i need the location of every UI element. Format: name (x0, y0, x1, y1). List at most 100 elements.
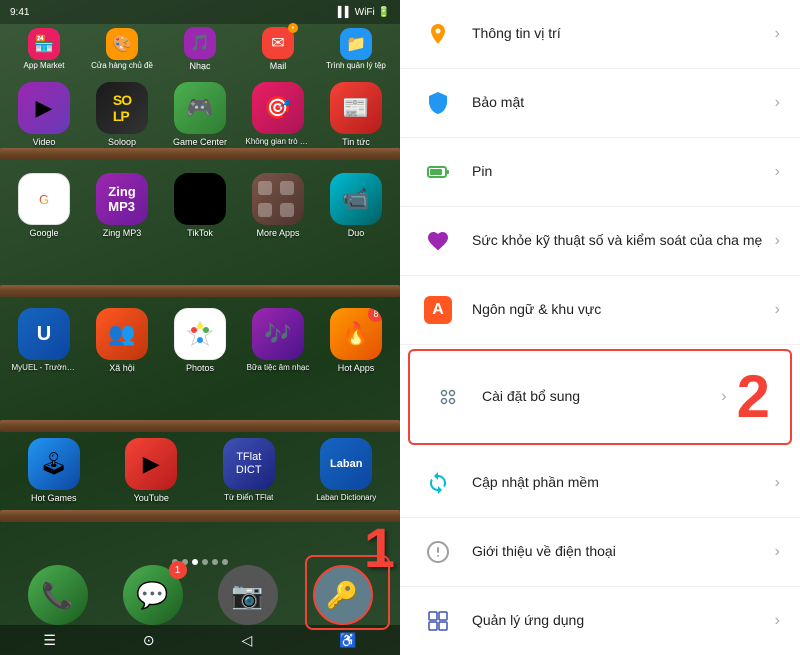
settings-item-language[interactable]: A Ngôn ngữ & khu vực › (400, 276, 800, 345)
app-tin-tuc[interactable]: 📰 Tin tức (324, 82, 389, 148)
app-khong-gian[interactable]: 🎯 Không gian trò chơi (246, 82, 311, 147)
cua-hang-icon: 🎨 (106, 28, 138, 60)
app-hot-games[interactable]: 🕹 Hot Games (21, 438, 86, 504)
health-label: Sức khỏe kỹ thuật số và kiểm soát của ch… (472, 231, 767, 251)
settings-item-about[interactable]: Giới thiệu về điện thoại › (400, 518, 800, 587)
zingmp3-icon: ZingMP3 (96, 173, 148, 225)
hot-games-icon: 🕹 (28, 438, 80, 490)
nav-app-market-label: App Market (24, 62, 65, 71)
nav-cua-hang[interactable]: 🎨 Cửa hàng chủ đề (90, 28, 155, 71)
settings-panel: Thông tin vị trí › Bảo mật › Pin › Sức k… (400, 0, 800, 655)
photos-label: Photos (186, 363, 214, 374)
app-laban[interactable]: Laban Laban Dictionary (314, 438, 379, 503)
app-duo[interactable]: 📹 Duo (324, 173, 389, 239)
language-arrow: › (775, 301, 780, 319)
settings-item-security[interactable]: Bảo mật › (400, 69, 800, 138)
app-game-center[interactable]: 🎮 Game Center (168, 82, 233, 148)
dock-messages[interactable]: 💬 1 (123, 565, 183, 625)
settings-item-battery[interactable]: Pin › (400, 138, 800, 207)
app-mgmt-label: Quản lý ứng dụng (472, 611, 767, 631)
more-apps-icon (252, 173, 304, 225)
health-arrow: › (775, 232, 780, 250)
nav-home[interactable]: ☰ (43, 632, 56, 649)
nav-accessibility[interactable]: ♿ (339, 632, 356, 649)
khong-gian-label: Không gian trò chơi (246, 137, 311, 147)
tiktok-icon: ♪ (174, 173, 226, 225)
app-google[interactable]: G Google (12, 173, 77, 239)
tin-tuc-icon: 📰 (330, 82, 382, 134)
nav-cua-hang-label: Cửa hàng chủ đề (91, 62, 153, 71)
laban-label: Laban Dictionary (316, 493, 376, 503)
status-time: 9:41 (10, 7, 29, 18)
about-arrow: › (775, 543, 780, 561)
app-youtube[interactable]: ▶ YouTube (119, 438, 184, 504)
location-arrow: › (775, 25, 780, 43)
app-row-3: U MyUEL - Trường D... 👥 Xã hội Photos 🎶 … (0, 300, 400, 378)
google-label: Google (29, 228, 58, 239)
nav-app-market[interactable]: 🏪 App Market (12, 28, 77, 71)
shelf-4 (0, 510, 400, 522)
settings-item-extra[interactable]: Cài đặt bổ sung › 2 (408, 349, 792, 445)
battery-icon (420, 154, 456, 190)
extra-arrow: › (721, 388, 726, 406)
app-mgmt-arrow: › (775, 612, 780, 630)
about-label: Giới thiệu về điện thoại (472, 542, 767, 562)
app-row-1: ▶ Video SOLP Soloop 🎮 Game Center 🎯 Khôn… (0, 74, 400, 152)
app-market-icon: 🏪 (28, 28, 60, 60)
settings-item-location[interactable]: Thông tin vị trí › (400, 0, 800, 69)
xa-hoi-label: Xã hội (109, 363, 135, 374)
dock-phone[interactable]: 📞 (28, 565, 88, 625)
security-icon (420, 85, 456, 121)
security-label: Bảo mật (472, 93, 767, 113)
zingmp3-label: Zing MP3 (103, 228, 142, 239)
duo-label: Duo (348, 228, 365, 239)
health-icon (420, 223, 456, 259)
shelf-2 (0, 285, 400, 297)
trinh-quan-icon: 📁 (340, 28, 372, 60)
app-row-2: G Google ZingMP3 Zing MP3 ♪ TikTok More … (0, 165, 400, 243)
update-arrow: › (775, 474, 780, 492)
nav-recents[interactable]: ◁ (241, 632, 252, 649)
video-icon: ▶ (18, 82, 70, 134)
app-row-4: 🕹 Hot Games ▶ YouTube TFlatDICT Từ Điển … (0, 430, 400, 508)
nav-mail[interactable]: ✉• Mail (246, 27, 311, 71)
status-bar: 9:41 ▌▌ WiFi 🔋 (0, 0, 400, 24)
video-label: Video (33, 137, 56, 148)
messages-badge: 1 (169, 561, 187, 579)
update-icon (420, 465, 456, 501)
nav-trinh-quan[interactable]: 📁 Trình quản lý tệp (324, 28, 389, 71)
google-icon: G (18, 173, 70, 225)
app-soloop[interactable]: SOLP Soloop (90, 82, 155, 148)
soloop-icon: SOLP (96, 82, 148, 134)
app-zingmp3[interactable]: ZingMP3 Zing MP3 (90, 173, 155, 239)
youtube-icon: ▶ (125, 438, 177, 490)
settings-item-app-mgmt[interactable]: Quản lý ứng dụng › (400, 587, 800, 655)
myuel-icon: U (18, 308, 70, 360)
status-icons: ▌▌ WiFi 🔋 (338, 7, 390, 18)
nav-nhac[interactable]: 🎵 Nhạc (168, 27, 233, 71)
dock-camera[interactable]: 📷 (218, 565, 278, 625)
app-hot-apps[interactable]: 🔥8 Hot Apps (324, 308, 389, 374)
app-more-apps[interactable]: More Apps (246, 173, 311, 239)
app-tu-dien[interactable]: TFlatDICT Từ Điển TFlat (216, 438, 281, 503)
number-2-label: 2 (737, 367, 770, 427)
game-center-label: Game Center (173, 137, 227, 148)
app-bua-tiec[interactable]: 🎶 Bữa tiệc âm nhạc (246, 308, 311, 373)
app-xa-hoi[interactable]: 👥 Xã hội (90, 308, 155, 374)
number-1-label: 1 (364, 515, 395, 580)
tiktok-label: TikTok (187, 228, 213, 239)
settings-item-health[interactable]: Sức khỏe kỹ thuật số và kiểm soát của ch… (400, 207, 800, 276)
app-tiktok[interactable]: ♪ TikTok (168, 173, 233, 239)
app-photos[interactable]: Photos (168, 308, 233, 374)
app-video[interactable]: ▶ Video (12, 82, 77, 148)
more-apps-label: More Apps (256, 228, 299, 239)
nav-nhac-label: Nhạc (189, 61, 210, 71)
bottom-dock: 📞 💬 1 📷 🔑 (0, 565, 400, 625)
laban-icon: Laban (320, 438, 372, 490)
app-myuel[interactable]: U MyUEL - Trường D... (12, 308, 77, 373)
hot-apps-label: Hot Apps (338, 363, 375, 374)
game-center-icon: 🎮 (174, 82, 226, 134)
nav-back[interactable]: ⊙ (143, 632, 155, 649)
mail-icon: ✉• (262, 27, 294, 59)
settings-item-update[interactable]: Cập nhật phần mềm › (400, 449, 800, 518)
